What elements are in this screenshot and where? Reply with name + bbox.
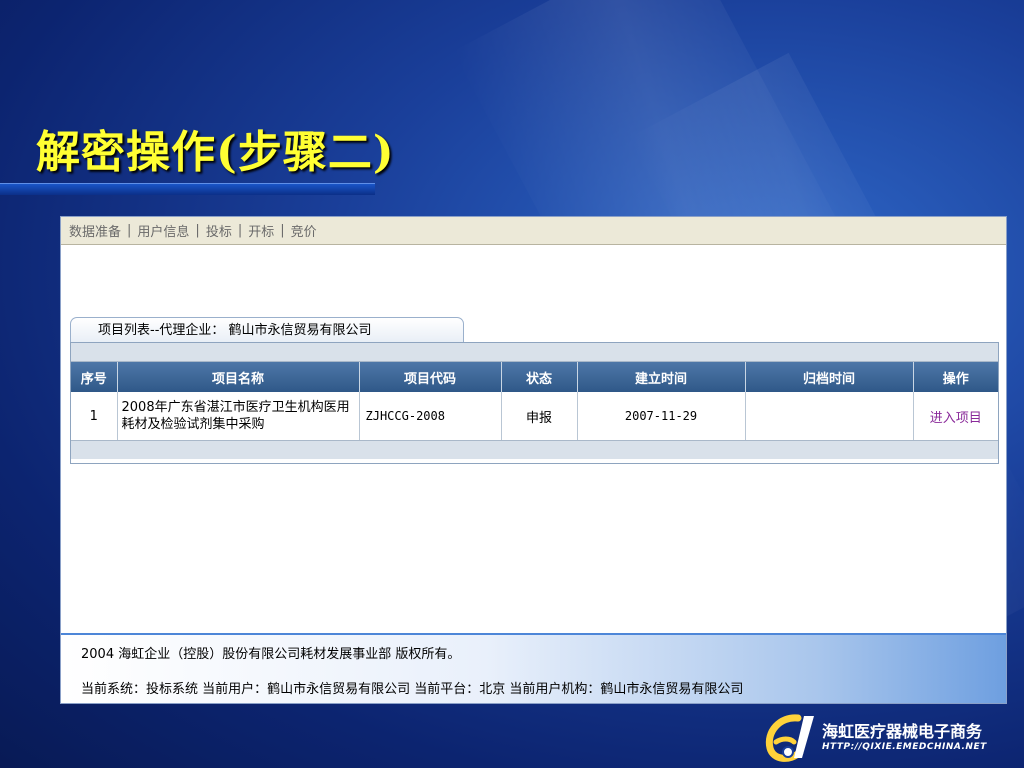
page-footer: 2004 海虹企业（控股）股份有限公司耗材发展事业部 版权所有。 当前系统：投标… bbox=[61, 633, 1006, 703]
footer-copyright: 2004 海虹企业（控股）股份有限公司耗材发展事业部 版权所有。 bbox=[81, 647, 461, 662]
table-header-row: 序号 项目名称 项目代码 状态 建立时间 归档时间 操作 bbox=[71, 362, 998, 392]
brand-logo: 海虹医疗器械电子商务 HTTP://QIXIE.EMEDCHINA.NET bbox=[764, 712, 1014, 764]
emed-logo-icon bbox=[765, 714, 814, 762]
menu-item-user-info[interactable]: 用户信息 bbox=[133, 221, 193, 240]
logo-name: 海虹医疗器械电子商务 bbox=[822, 722, 983, 741]
column-header-code: 项目代码 bbox=[359, 362, 502, 392]
enter-project-link[interactable]: 进入项目 bbox=[930, 411, 982, 426]
menu-item-bidding[interactable]: 投标 bbox=[202, 221, 236, 240]
title-underline-bar bbox=[0, 183, 375, 195]
column-header-created: 建立时间 bbox=[577, 362, 746, 392]
table-row: 1 2008年广东省湛江市医疗卫生机构医用耗材及检验试剂集中采购 ZJHCCG-… bbox=[71, 392, 998, 440]
cell-index: 1 bbox=[71, 392, 118, 440]
menu-separator: | bbox=[280, 223, 285, 238]
menu-separator: | bbox=[195, 223, 200, 238]
footer-status-line: 当前系统：投标系统 当前用户：鹤山市永信贸易有限公司 当前平台：北京 当前用户机… bbox=[81, 682, 744, 697]
table-bottom-strip bbox=[71, 440, 998, 459]
cell-project-name: 2008年广东省湛江市医疗卫生机构医用耗材及检验试剂集中采购 bbox=[117, 392, 360, 440]
menu-item-bid-opening[interactable]: 开标 bbox=[244, 221, 278, 240]
project-list-tab[interactable]: 项目列表--代理企业： 鹤山市永信贸易有限公司 bbox=[70, 317, 464, 343]
cell-created-date: 2007-11-29 bbox=[577, 392, 746, 440]
table-top-strip bbox=[71, 343, 998, 362]
menu-separator: | bbox=[127, 223, 132, 238]
menu-item-auction[interactable]: 竞价 bbox=[287, 221, 321, 240]
cell-project-code: ZJHCCG-2008 bbox=[359, 392, 502, 440]
column-header-archived: 归档时间 bbox=[745, 362, 914, 392]
column-header-action: 操作 bbox=[913, 362, 998, 392]
cell-status: 申报 bbox=[501, 392, 578, 440]
column-header-status: 状态 bbox=[501, 362, 578, 392]
top-menu-bar: 数据准备 | 用户信息 | 投标 | 开标 | 竞价 bbox=[61, 217, 1006, 245]
cell-archived-date bbox=[745, 392, 914, 440]
cell-action: 进入项目 bbox=[913, 392, 998, 440]
menu-separator: | bbox=[237, 223, 243, 238]
project-table-frame: 序号 项目名称 项目代码 状态 建立时间 归档时间 操作 1 2008年广东省湛… bbox=[70, 342, 999, 464]
slide-title: 解密操作(步骤二) bbox=[36, 127, 395, 178]
main-content: 项目列表--代理企业： 鹤山市永信贸易有限公司 序号 项目名称 项目代码 状态 … bbox=[61, 245, 1006, 633]
logo-url: HTTP://QIXIE.EMEDCHINA.NET bbox=[822, 742, 987, 752]
project-table: 序号 项目名称 项目代码 状态 建立时间 归档时间 操作 1 2008年广东省湛… bbox=[71, 362, 998, 440]
column-header-name: 项目名称 bbox=[117, 362, 360, 392]
column-header-index: 序号 bbox=[71, 362, 118, 392]
menu-item-data-prep[interactable]: 数据准备 bbox=[65, 221, 125, 240]
app-window: 数据准备 | 用户信息 | 投标 | 开标 | 竞价 项目列表--代理企业： 鹤… bbox=[60, 216, 1007, 704]
